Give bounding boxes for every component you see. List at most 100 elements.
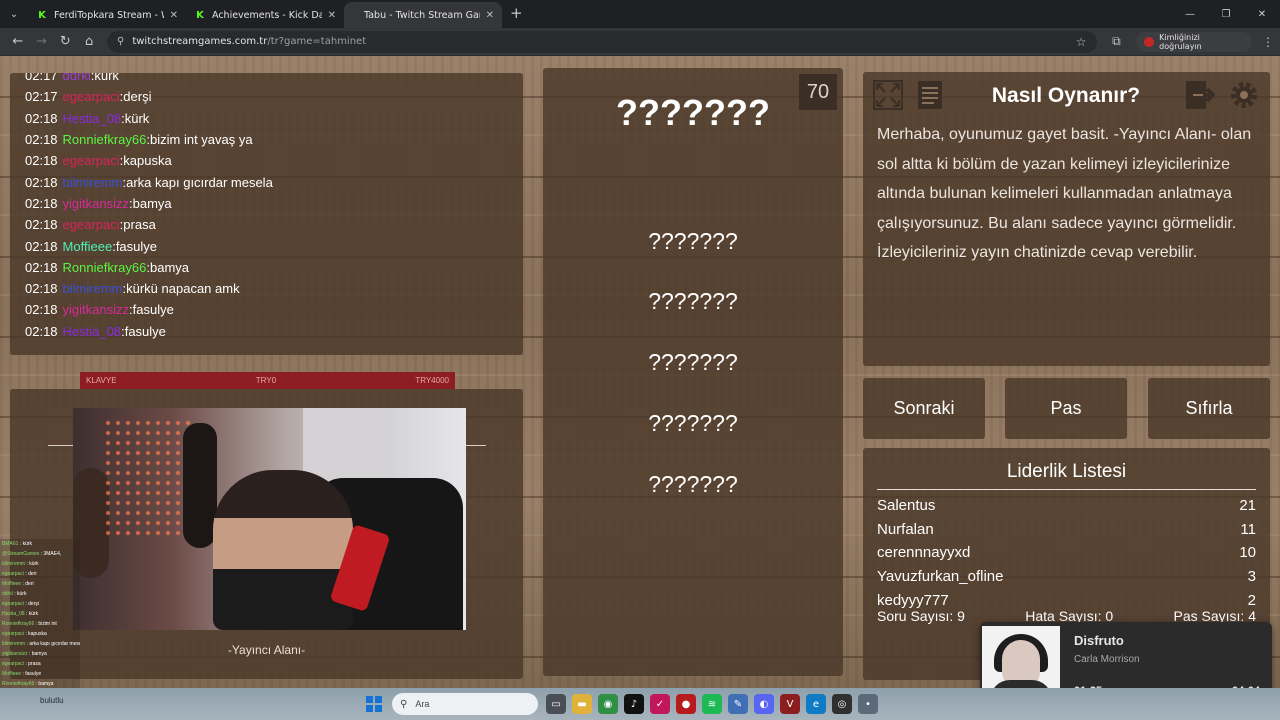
chat-username[interactable]: yigitkansizz [63,302,129,317]
restore-icon[interactable]: ❐ [1208,0,1244,28]
chat-username[interactable]: Moffieee [63,239,113,254]
mini-chat-user: ddrkl [2,591,13,597]
minimize-icon[interactable]: — [1172,0,1208,28]
forward-icon[interactable]: → [30,30,54,54]
mini-chat-user: yigitkansizz [2,651,28,657]
mini-chat-line: @StreamGames : 3MAE4, [0,549,80,559]
home-icon[interactable]: ⌂ [77,30,101,54]
chat-text: bamya [150,259,190,275]
kick-logo-icon: K [38,9,46,21]
mini-chat-user: BMA61 [2,541,19,547]
chat-username[interactable]: ddrkl [63,73,91,83]
mini-chat-line: ddrkl : kürk [0,589,80,599]
chat-text: fasulye [132,302,174,318]
word-card: 70 ??????? ?????????????????????????????… [543,68,843,676]
chat-text: fasulye [115,238,158,254]
leaderboard-row: kedyyy777 2 [877,592,1256,609]
spotify-icon[interactable]: ≋ [702,694,722,714]
fullscreen-icon[interactable] [871,78,905,112]
chat-timestamp: 02:18 [25,259,58,275]
chat-message: 02:18 Ronniefkray66: bamya [25,257,523,278]
streamer-person-shape [213,470,353,630]
bookmark-star-icon[interactable]: ☆ [1076,35,1087,49]
new-tab-icon[interactable]: + [510,4,523,22]
taskbar-search-placeholder: Ara [415,699,430,709]
tab-search-icon[interactable]: ⌄ [0,0,28,28]
browser-tab-2[interactable]: K Achievements - Kick Dashboard ✕ [186,2,344,28]
taskbar-search[interactable]: ⚲ Ara [392,693,538,715]
mini-chat-user: egearpaci [2,631,24,637]
chat-timestamp: 02:18 [25,195,58,211]
app-icon-red[interactable]: ✓ [650,694,670,714]
chat-timestamp: 02:18 [25,132,58,148]
close-window-icon[interactable]: ✕ [1244,0,1280,28]
chat-timestamp: 02:18 [25,174,58,190]
browser-tab-3[interactable]: Tabu - Twitch Stream Games ✕ [344,2,502,28]
mini-chat-text: kapuska [28,631,47,637]
profile-avatar-icon [1144,36,1155,47]
tiktok-icon[interactable]: ♪ [624,694,644,714]
obs-icon[interactable]: ◎ [832,694,852,714]
close-tab-icon[interactable]: ✕ [486,10,494,21]
menu-dots-icon[interactable]: ⋮ [1262,35,1274,49]
chat-username[interactable]: egearpaci [63,153,120,168]
url-field[interactable]: ⚲ twitchstreamgames.com.tr /tr?game=tahm… [107,30,1097,53]
mini-chat-user: @StreamGames [2,551,40,557]
next-button[interactable]: Sonraki [863,378,985,439]
target-word: ??????? [616,92,770,133]
close-tab-icon[interactable]: ✕ [328,10,336,21]
chat-message: 02:18 Hestia_08: fasulye [25,321,523,342]
leaderboard-score: 21 [1239,497,1256,514]
url-path: /tr?game=tahminet [267,36,367,47]
overlay-bar-left: KLAVYE [86,376,117,385]
settings-gear-icon[interactable] [1227,78,1261,112]
chat-username[interactable]: Hestia_08 [63,111,122,126]
app-icon-record[interactable]: ● [676,694,696,714]
chat-username[interactable]: Ronniefkray66 [63,132,147,147]
chat-username[interactable]: Ronniefkray66 [63,260,147,275]
taboo-word: ??????? [648,471,738,497]
chat-text: prasa [123,217,156,233]
chrome-icon[interactable]: ◉ [598,694,618,714]
windows-start-icon[interactable] [366,696,382,712]
chat-username[interactable]: egearpaci [63,217,120,232]
chat-username[interactable]: yigitkansizz [63,196,129,211]
chat-timestamp: 02:18 [25,110,58,126]
chat-text: kapuska [123,153,172,169]
tab-title: Achievements - Kick Dashboard [212,9,322,21]
chat-username[interactable]: Hestia_08 [63,324,122,339]
voicemeeter-icon[interactable]: V [780,694,800,714]
edge-icon[interactable]: e [806,694,826,714]
discord-icon[interactable]: ◐ [754,694,774,714]
overlay-bar-right: TRY4000 [415,376,449,385]
tabu-game-page: 02:17 ddrkl: kürk 02:17 egearpaci: derşi 02:… [0,56,1280,688]
chat-username[interactable]: egearpaci [63,89,120,104]
extensions-icon[interactable]: ⧉ [1105,30,1129,54]
mini-chat-user: Ronniefkray66 [2,621,35,627]
task-view-icon[interactable]: ▭ [546,694,566,714]
file-explorer-icon[interactable]: ▬ [572,694,592,714]
mini-chat-user: bilmiremm [2,561,26,567]
chat-username[interactable]: bilmiremm [63,281,123,296]
back-icon[interactable]: ← [6,30,30,54]
webcam-feed [73,408,466,630]
mini-chat-text: bamya [31,651,47,657]
chat-message: 02:18 egearpaci: prasa [25,214,523,235]
app-icon-dot[interactable]: • [858,694,878,714]
reset-button[interactable]: Sıfırla [1148,378,1270,439]
chat-username[interactable]: bilmiremm [63,175,123,190]
mini-chat-line: egearpaci : kapuska [0,629,80,639]
exit-icon[interactable] [1183,78,1217,112]
mini-chat-user: Moffieee [2,671,22,677]
profile-button[interactable]: Kimliğinizi doğrulayın [1136,31,1253,52]
leaderboard-name: Salentus [877,497,936,514]
browser-tab-1[interactable]: K FerdiTopkara Stream - Watch Liv ✕ [28,2,186,28]
pass-button[interactable]: Pas [1005,378,1127,439]
song-title: Disfruto [1074,633,1124,648]
document-icon[interactable] [913,78,947,112]
site-info-icon[interactable]: ⚲ [117,36,124,47]
reload-icon[interactable]: ↻ [54,30,78,54]
close-tab-icon[interactable]: ✕ [170,10,178,21]
leaderboard-score: 10 [1239,544,1256,562]
app-icon-pen[interactable]: ✎ [728,694,748,714]
